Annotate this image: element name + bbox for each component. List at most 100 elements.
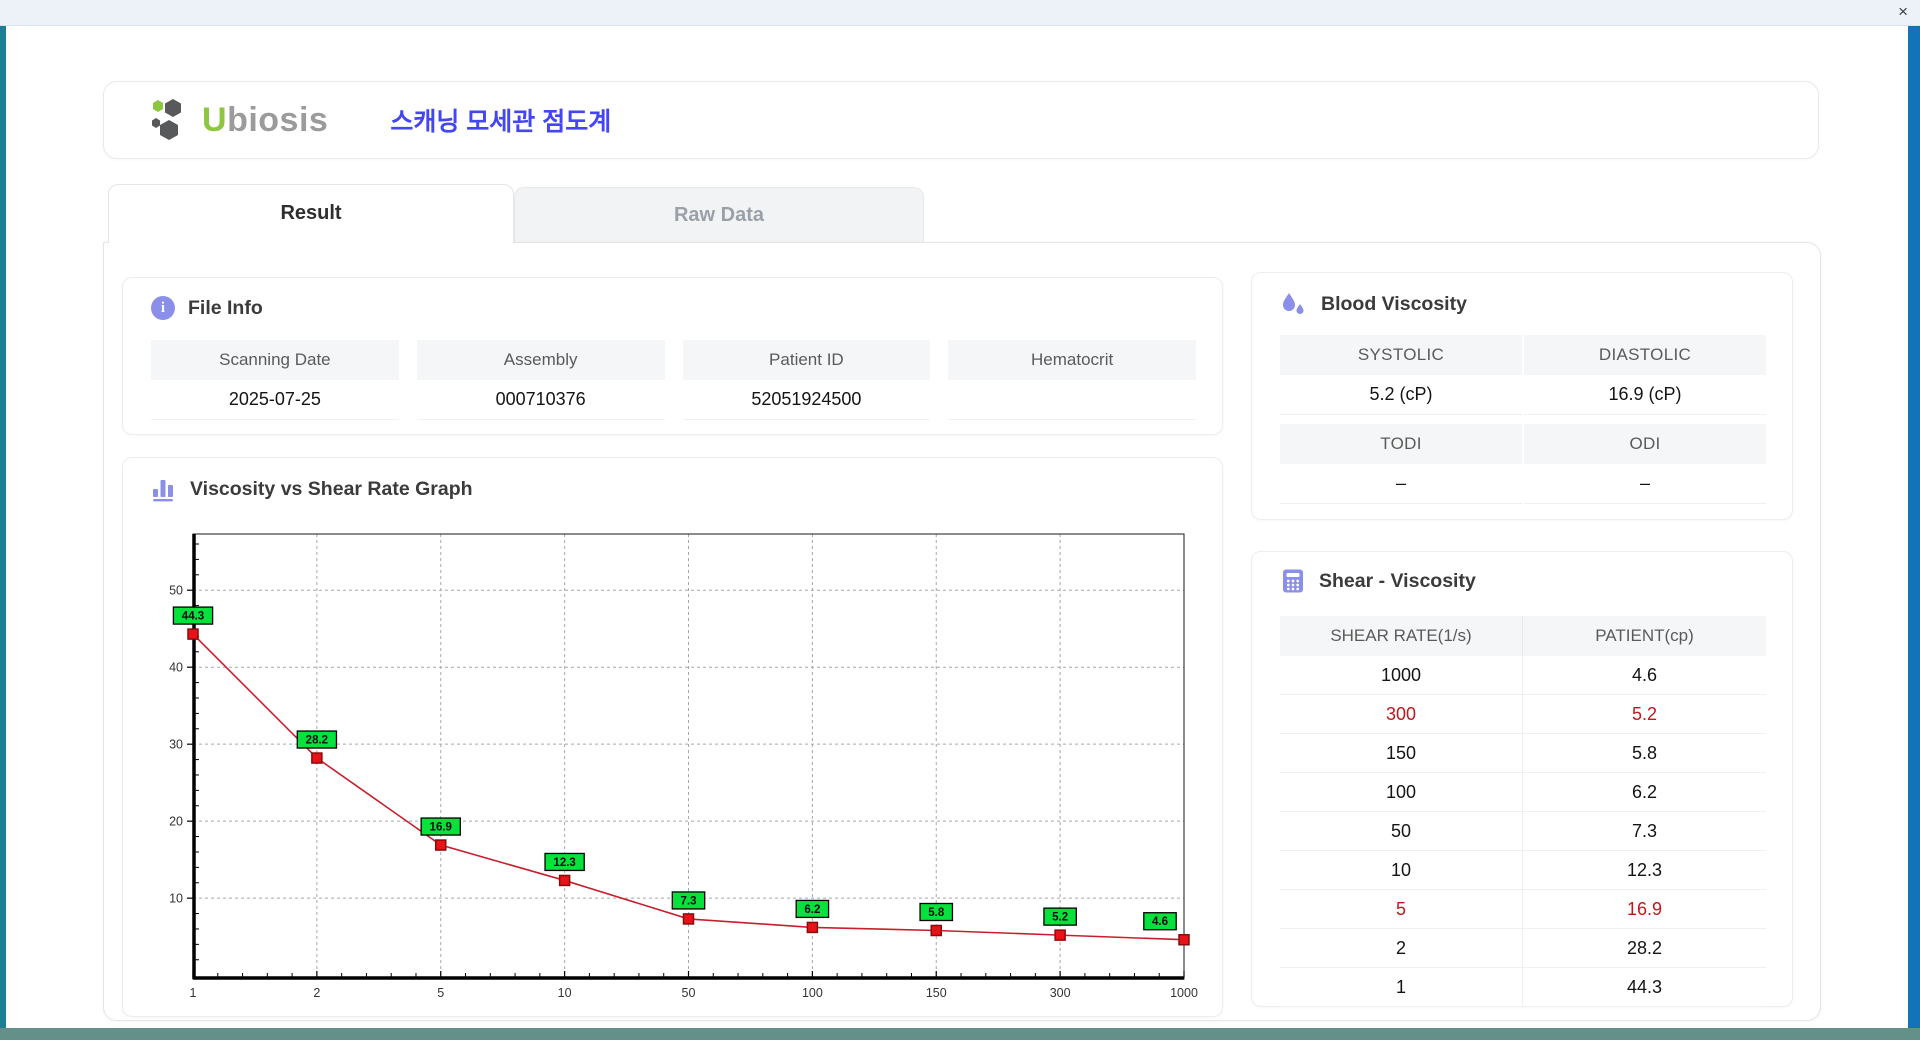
shear-viscosity-table: SHEAR RATE(1/s) PATIENT(cp) 1000 4.6 300 5.2… [1280,616,1766,1007]
shear-table-header-cell: PATIENT(cp) [1523,616,1766,656]
blood-viscosity-header-row: SYSTOLIC DIASTOLIC [1280,335,1766,375]
svg-text:300: 300 [1050,986,1071,1000]
shear-rate-cell: 2 [1280,929,1523,968]
svg-text:30: 30 [169,738,183,752]
blood-viscosity-row-group: TODI ODI – – [1280,424,1766,504]
shear-rate-cell: 10 [1280,851,1523,890]
viscosity-chart: 1 2 5 10 50 100 150 300 1000 10 20 30 40 50 44.3 28.2 16… [169,533,1198,1000]
file-info-field-value: 2025-07-25 [151,380,399,420]
table-row: 1000 4.6 [1280,656,1766,695]
table-row: 150 5.8 [1280,734,1766,773]
svg-text:10: 10 [558,986,572,1000]
svg-text:2: 2 [313,986,320,1000]
patient-viscosity-cell: 4.6 [1523,656,1766,695]
graph-card: Viscosity vs Shear Rate Graph 1 2 5 10 50 100… [122,457,1223,1017]
tab-raw-data[interactable]: Raw Data [514,187,924,242]
file-info-field: Scanning Date 2025-07-25 [151,340,399,420]
file-info-field-label: Hematocrit [948,340,1196,380]
blood-viscosity-row-group: SYSTOLIC DIASTOLIC 5.2 (cP) 16.9 (cP) [1280,335,1766,415]
calculator-icon [1283,569,1303,593]
close-icon[interactable]: × [1898,2,1908,22]
data-point-marker [311,752,323,764]
ubiosis-logo: Ubiosis [148,98,328,142]
data-point-marker [930,924,942,937]
blood-viscosity-header-cell: ODI [1524,424,1766,464]
data-point-label: 12.3 [553,857,575,869]
screen: × Ubiosis 스캐닝 모세관 점도계 Result Raw Data i … [0,0,1920,1040]
data-point-label: 5.2 [1052,912,1068,924]
file-info-heading: i File Info [151,296,263,320]
data-point-label: 28.2 [306,735,328,747]
shear-viscosity-heading: Shear - Viscosity [1280,568,1476,594]
data-point-marker [558,874,571,887]
shear-table-rows: 1000 4.6 300 5.2 150 5.8 100 6.2 50 7.3 10 12.3 5 16.… [1280,656,1766,1007]
file-info-field-label: Patient ID [682,340,931,380]
file-info-field: Hematocrit [948,340,1196,420]
blood-viscosity-header-cell: SYSTOLIC [1280,335,1522,375]
data-point-label: 6.2 [804,904,820,916]
shear-rate-cell: 1 [1280,968,1523,1007]
blood-viscosity-header-row: TODI ODI [1280,424,1766,464]
desktop-edge-bottom [0,1028,1920,1040]
shear-rate-cell: 100 [1280,773,1523,812]
bar-chart-icon [153,480,173,502]
svg-text:50: 50 [682,986,696,1000]
blood-viscosity-header-cell: DIASTOLIC [1524,335,1766,375]
file-info-field-label: Assembly [416,340,665,380]
table-row: 300 5.2 [1280,695,1766,734]
data-point-marker [1054,929,1066,941]
graph-title: Viscosity vs Shear Rate Graph [190,477,473,500]
blood-viscosity-table: SYSTOLIC DIASTOLIC 5.2 (cP) 16.9 (cP) TODI OD… [1280,335,1766,504]
svg-text:1000: 1000 [1170,986,1198,1000]
app-title-korean: 스캐닝 모세관 점도계 [390,108,612,136]
graph-heading: Viscosity vs Shear Rate Graph [151,476,473,502]
patient-viscosity-cell: 12.3 [1523,851,1766,890]
data-point-label: 7.3 [681,895,697,907]
shear-rate-cell: 50 [1280,812,1523,851]
tab-result[interactable]: Result [108,184,514,243]
data-point-label: 4.6 [1152,916,1168,928]
shear-rate-cell: 300 [1280,695,1523,734]
file-info-field-value: 000710376 [416,380,665,420]
shear-viscosity-title: Shear - Viscosity [1319,569,1476,592]
data-point-marker [1178,933,1190,946]
svg-text:100: 100 [802,986,823,1000]
data-point-marker [682,913,695,925]
table-row: 100 6.2 [1280,773,1766,812]
data-point-marker [435,839,447,851]
info-icon: i [151,296,175,320]
svg-text:20: 20 [169,815,183,829]
blood-viscosity-heading: Blood Viscosity [1280,291,1467,317]
data-point-label: 5.8 [928,907,945,919]
shear-rate-cell: 1000 [1280,656,1523,695]
shear-table-header-cell: SHEAR RATE(1/s) [1280,616,1523,656]
table-row: 1 44.3 [1280,968,1766,1007]
blood-viscosity-value-cell: 5.2 (cP) [1280,375,1522,415]
svg-text:40: 40 [169,661,183,675]
file-info-field: Patient ID 52051924500 [682,340,931,420]
app-header: Ubiosis 스캐닝 모세관 점도계 [103,81,1819,159]
file-info-field-value [948,380,1196,420]
svg-text:150: 150 [926,986,947,1000]
file-info-card: i File Info Scanning Date 2025-07-25 Assem… [122,277,1223,435]
svg-text:1: 1 [190,986,197,1000]
svg-text:50: 50 [169,584,183,598]
file-info-fields: Scanning Date 2025-07-25 Assembly 000710376… [151,340,1196,420]
shear-viscosity-card: Shear - Viscosity SHEAR RATE(1/s) PATIENT… [1251,551,1793,1007]
data-point-label: 44.3 [182,611,204,623]
file-info-field: Assembly 000710376 [416,340,665,420]
data-point-label: 16.9 [430,822,452,834]
hexagon-logo-icon [152,99,181,140]
patient-viscosity-cell: 28.2 [1523,929,1766,968]
blood-viscosity-header-cell: TODI [1280,424,1522,464]
blood-viscosity-value-cell: 16.9 (cP) [1524,375,1766,415]
svg-text:5: 5 [437,986,444,1000]
table-row: 5 16.9 [1280,890,1766,929]
blood-viscosity-value-cell: – [1280,464,1522,504]
patient-viscosity-cell: 44.3 [1523,968,1766,1007]
desktop-edge-left [0,25,6,1028]
file-info-field-value: 52051924500 [682,380,931,420]
table-row: 10 12.3 [1280,851,1766,890]
patient-viscosity-cell: 5.2 [1523,695,1766,734]
blood-viscosity-card: Blood Viscosity SYSTOLIC DIASTOLIC 5.2 (cP… [1251,272,1793,520]
